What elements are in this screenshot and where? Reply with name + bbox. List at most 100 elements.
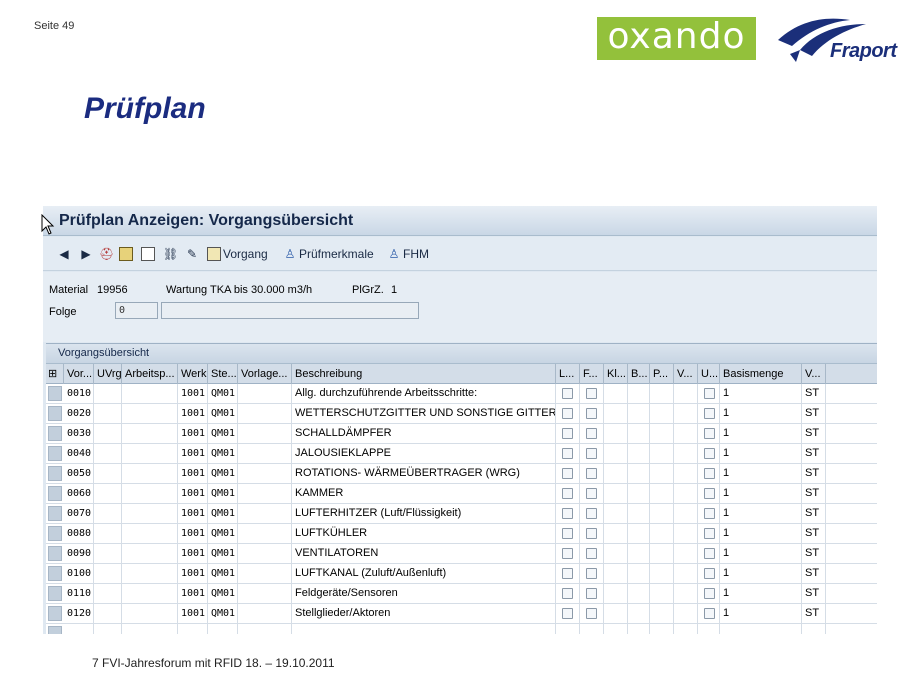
row-checkbox[interactable]	[586, 508, 597, 519]
header-col-steuerschluessel[interactable]: Ste...	[208, 364, 238, 384]
row-checkbox[interactable]	[704, 428, 715, 439]
row-selector[interactable]	[48, 626, 62, 634]
detail-button[interactable]	[119, 245, 133, 263]
table-row[interactable]: 0120 1001 QM01 Stellglieder/Aktoren 1 ST	[46, 604, 877, 624]
row-checkbox[interactable]	[562, 488, 573, 499]
hat-button[interactable]: ⛑	[99, 245, 114, 263]
cell-col-vorlage	[238, 484, 292, 504]
folge-text-field[interactable]	[161, 302, 419, 319]
row-checkbox[interactable]	[704, 548, 715, 559]
row-selector[interactable]	[48, 586, 62, 601]
row-checkbox[interactable]	[562, 448, 573, 459]
cell-col-v2: ST	[802, 424, 826, 444]
table-row[interactable]: 0090 1001 QM01 VENTILATOREN 1 ST	[46, 544, 877, 564]
row-selector[interactable]	[48, 406, 62, 421]
row-checkbox[interactable]	[586, 548, 597, 559]
header-col-v2[interactable]: V...	[802, 364, 826, 384]
table-row[interactable]: 0010 1001 QM01 Allg. durchzuführende Arbeit…	[46, 384, 877, 404]
row-checkbox[interactable]	[562, 608, 573, 619]
table-row[interactable]: 0050 1001 QM01 ROTATIONS- WÄRMEÜBERTRAGER (…	[46, 464, 877, 484]
header-col-arbeitsplatz[interactable]: Arbeitsp...	[122, 364, 178, 384]
row-checkbox[interactable]	[562, 428, 573, 439]
row-checkbox[interactable]	[704, 608, 715, 619]
row-checkbox[interactable]	[586, 488, 597, 499]
row-checkbox[interactable]	[562, 528, 573, 539]
row-checkbox[interactable]	[586, 448, 597, 459]
row-checkbox[interactable]	[704, 528, 715, 539]
table-row[interactable]: 0070 1001 QM01 LUFTERHITZER (Luft/Flüssigke…	[46, 504, 877, 524]
row-selector[interactable]	[48, 546, 62, 561]
forward-button[interactable]: ▶	[79, 245, 93, 263]
row-checkbox[interactable]	[586, 428, 597, 439]
overview-button[interactable]	[141, 245, 155, 263]
header-col-f[interactable]: F...	[580, 364, 604, 384]
header-col-basismenge[interactable]: Basismenge	[720, 364, 802, 384]
cell-col-vorgang: 0110	[64, 584, 94, 604]
header-col-p[interactable]: P...	[650, 364, 674, 384]
row-selector[interactable]	[48, 446, 62, 461]
header-col-vorlage[interactable]: Vorlage...	[238, 364, 292, 384]
row-checkbox[interactable]	[586, 588, 597, 599]
row-checkbox[interactable]	[704, 408, 715, 419]
row-selector[interactable]	[48, 486, 62, 501]
row-checkbox[interactable]	[704, 388, 715, 399]
folge-field[interactable]: 0	[115, 302, 158, 319]
row-checkbox[interactable]	[562, 508, 573, 519]
row-selector[interactable]	[48, 526, 62, 541]
select-all-button[interactable]: ⊞	[46, 364, 64, 384]
vorgang-button[interactable]: Vorgang	[207, 245, 268, 263]
table-row[interactable]: 0110 1001 QM01 Feldgeräte/Sensoren 1 ST	[46, 584, 877, 604]
row-selector[interactable]	[48, 506, 62, 521]
row-checkbox[interactable]	[562, 408, 573, 419]
pruefmerkmale-button[interactable]: ♙ Prüfmerkmale	[283, 245, 374, 263]
table-row[interactable]: 0100 1001 QM01 LUFTKANAL (Zuluft/Außenluft)…	[46, 564, 877, 584]
row-checkbox[interactable]	[586, 568, 597, 579]
cell-col-u	[698, 524, 720, 544]
row-selector[interactable]	[48, 606, 62, 621]
header-col-u[interactable]: U...	[698, 364, 720, 384]
table-row[interactable]: 0020 1001 QM01 WETTERSCHUTZGITTER UND SONST…	[46, 404, 877, 424]
row-selector[interactable]	[48, 386, 62, 401]
table-row[interactable]: 0040 1001 QM01 JALOUSIEKLAPPE 1 ST	[46, 444, 877, 464]
row-checkbox[interactable]	[586, 528, 597, 539]
row-checkbox[interactable]	[586, 408, 597, 419]
cell-col-v2: ST	[802, 404, 826, 424]
header-col-kl[interactable]: Kl...	[604, 364, 628, 384]
row-checkbox[interactable]	[562, 388, 573, 399]
row-checkbox[interactable]	[704, 508, 715, 519]
row-selector[interactable]	[48, 426, 62, 441]
row-checkbox[interactable]	[586, 468, 597, 479]
row-checkbox[interactable]	[562, 468, 573, 479]
hierarchy-button[interactable]: ⛓	[163, 245, 178, 263]
row-selector[interactable]	[48, 466, 62, 481]
row-checkbox[interactable]	[704, 468, 715, 479]
header-col-v[interactable]: V...	[674, 364, 698, 384]
header-col-uvrg[interactable]: UVrg	[94, 364, 122, 384]
cell-col-vorlage	[238, 604, 292, 624]
back-button[interactable]: ◀	[57, 245, 71, 263]
table-row[interactable]: 0030 1001 QM01 SCHALLDÄMPFER 1 ST	[46, 424, 877, 444]
fhm-button[interactable]: ♙ FHM	[387, 245, 429, 263]
row-checkbox[interactable]	[704, 568, 715, 579]
row-checkbox[interactable]	[562, 548, 573, 559]
row-checkbox[interactable]	[586, 388, 597, 399]
header-col-b[interactable]: B...	[628, 364, 650, 384]
row-checkbox[interactable]	[704, 488, 715, 499]
header-col-beschreibung[interactable]: Beschreibung	[292, 364, 556, 384]
row-checkbox[interactable]	[562, 588, 573, 599]
row-checkbox[interactable]	[704, 448, 715, 459]
cell-col-arbeitsplatz	[122, 464, 178, 484]
row-selector[interactable]	[48, 566, 62, 581]
row-checkbox[interactable]	[586, 608, 597, 619]
cell-col-steuerschluessel	[208, 624, 238, 634]
row-checkbox[interactable]	[562, 568, 573, 579]
edit-button[interactable]: ✎	[185, 245, 199, 263]
cell-col-f	[580, 624, 604, 634]
header-col-l[interactable]: L...	[556, 364, 580, 384]
header-col-werk[interactable]: Werk	[178, 364, 208, 384]
table-row[interactable]: 0080 1001 QM01 LUFTKÜHLER 1 ST	[46, 524, 877, 544]
header-col-vorgang[interactable]: Vor...	[64, 364, 94, 384]
table-row[interactable]: 0060 1001 QM01 KAMMER 1 ST	[46, 484, 877, 504]
row-checkbox[interactable]	[704, 588, 715, 599]
table-row[interactable]	[46, 624, 877, 634]
